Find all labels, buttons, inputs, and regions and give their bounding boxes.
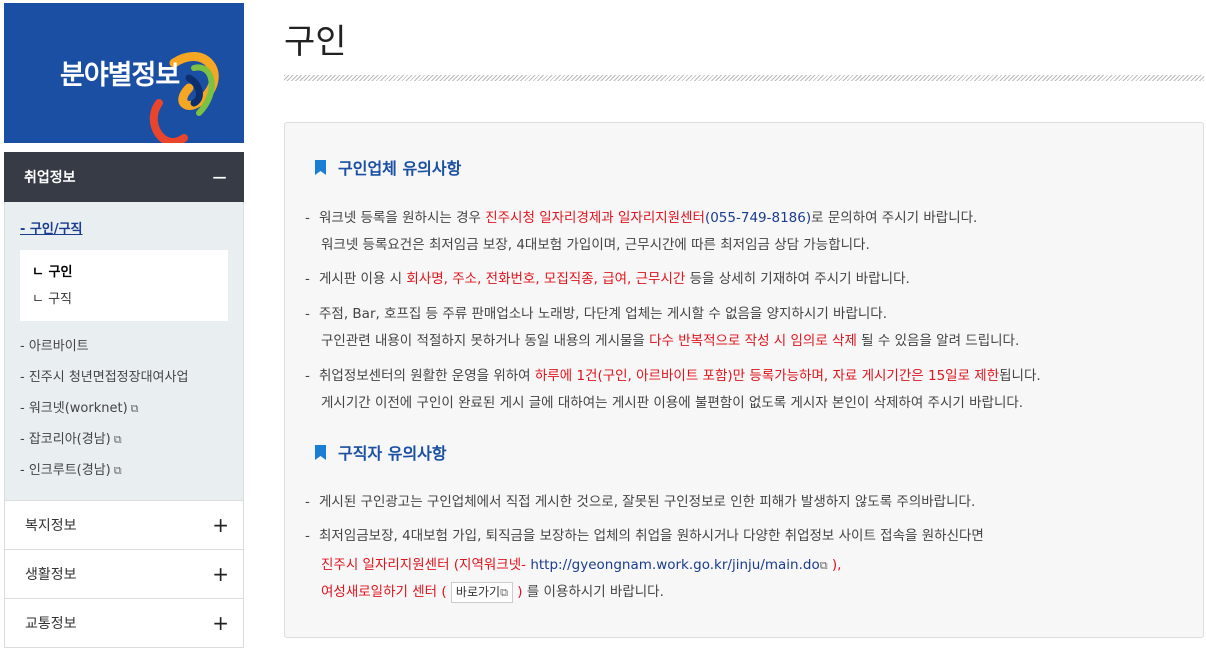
- sub-item-suit-rental[interactable]: - 진주시 청년면접정장대여사업: [20, 362, 228, 393]
- text: 게시된 구인광고는 구인업체에서 직접 게시한 것으로, 잘못된 구인정보로 인…: [319, 494, 976, 510]
- notice-line: 진주시 일자리지원센터 (지역워크넷- http://gyeongnam.wor…: [321, 553, 841, 573]
- worknet-jinju-link[interactable]: http://gyeongnam.work.go.kr/jinju/main.d…: [530, 557, 819, 573]
- notice-line: 게시기간 이전에 구인이 완료된 게시 글에 대하여는 게시판 이용에 불편함이…: [321, 395, 1024, 411]
- sub-item-incruit[interactable]: - 인크루트(경남) ⧉: [20, 455, 228, 486]
- highlight-text: 다수 반복적으로 작성 시 임의로 삭제: [649, 333, 857, 349]
- title-divider: [284, 75, 1204, 81]
- sub-item-label: - 워크넷(worknet): [20, 401, 128, 416]
- sub-item-label: - 아르바이트: [20, 339, 89, 354]
- collapse-icon[interactable]: −: [211, 165, 228, 189]
- notice-line: - 최저임금보장, 4대보험 가입, 퇴직금을 보장하는 업체의 취업을 원하시거…: [305, 528, 984, 544]
- text: 로 문의하여 주시기 바랍니다.: [811, 210, 978, 226]
- text: 주점, Bar, 호프집 등 주류 판매업소나 노래방, 다단계 업체는 게시할…: [319, 306, 887, 322]
- highlight-text: 진주시 일자리지원센터 (지역워크넷-: [321, 557, 531, 573]
- section-title: 구인업체 유의사항: [338, 159, 462, 178]
- menu-label: 생활정보: [25, 567, 77, 583]
- subsub-item-jobseeking[interactable]: ㄴ 구직: [32, 286, 218, 313]
- menu-living-info[interactable]: 생활정보 +: [4, 550, 244, 599]
- sub-item-label: - 잡코리아(경남): [20, 432, 111, 447]
- sidebar-banner: 분야별정보: [4, 3, 244, 143]
- highlight-text: 진주시청 일자리경제과 일자리지원센터: [485, 210, 705, 226]
- text: 될 수 있음을 알려 드립니다.: [856, 333, 1020, 349]
- text: 워크넷 등록을 원하시는 경우: [319, 210, 486, 226]
- expand-icon[interactable]: +: [212, 513, 229, 537]
- job-info-submenu: - 구인/구직 ㄴ 구인 ㄴ 구직 - 아르바이트 - 진주시 청년면접정장대여…: [4, 202, 244, 500]
- notice-line: - 게시판 이용 시 회사명, 주소, 전화번호, 모집직종, 급여, 근무시간 …: [305, 271, 910, 287]
- menu-welfare-info[interactable]: 복지정보 +: [4, 500, 244, 550]
- highlight-text: 회사명, 주소, 전화번호, 모집직종, 급여, 근무시간: [406, 271, 686, 287]
- section-title: 구직자 유의사항: [338, 444, 447, 463]
- page-title: 구인: [284, 22, 347, 62]
- section-jobseeker-notice: 구직자 유의사항: [315, 440, 447, 464]
- phone-number: (055-749-8186): [704, 210, 812, 226]
- highlight-text: 하루에 1건(구인, 아르바이트 포함)만 등록가능하며, 자료 게시기간은 1…: [534, 368, 1000, 384]
- text: 등을 상세히 기재하여 주시기 바랍니다.: [685, 271, 910, 287]
- text: 를 이용하시기 바랍니다.: [522, 584, 664, 600]
- text: 됩니다.: [999, 368, 1041, 384]
- notice-line: - 게시된 구인광고는 구인업체에서 직접 게시한 것으로, 잘못된 구인정보로 …: [305, 494, 976, 510]
- notice-box: 구인업체 유의사항 - 워크넷 등록을 원하시는 경우 진주시청 일자리경제과 일…: [284, 122, 1204, 638]
- menu-label: 복지정보: [25, 518, 77, 534]
- text: 최저임금보장, 4대보험 가입, 퇴직금을 보장하는 업체의 취업을 원하시거나…: [319, 528, 984, 544]
- external-link-icon: ⧉: [130, 402, 139, 415]
- notice-line: 여성새로일하기 센터 ( 바로가기⧉ ) 를 이용하시기 바랍니다.: [321, 580, 664, 603]
- bookmark-icon: [315, 444, 326, 460]
- menu-job-info-label: 취업정보: [24, 170, 76, 186]
- expand-icon[interactable]: +: [212, 562, 229, 586]
- highlight-text: 여성새로일하기 센터 (: [321, 584, 451, 600]
- external-link-icon: ⧉: [113, 464, 122, 477]
- notice-line: 워크넷 등록요건은 최저임금 보장, 4대보험 가입이며, 근무시간에 따른 최…: [321, 237, 870, 253]
- bookmark-icon: [315, 159, 326, 175]
- text: 구인관련 내용이 적절하지 못하거나 동일 내용의 게시물을: [321, 333, 650, 349]
- text: 취업정보센터의 원활한 운영을 위하여: [319, 368, 535, 384]
- highlight-text: ),: [827, 557, 842, 573]
- notice-line: - 취업정보센터의 원활한 운영을 위하여 하루에 1건(구인, 아르바이트 포함…: [305, 368, 1041, 384]
- sub-item-recruit[interactable]: - 구인/구직: [20, 214, 228, 246]
- menu-traffic-info[interactable]: 교통정보 +: [4, 599, 244, 648]
- sidebar: 분야별정보 취업정보 − - 구인/구직 ㄴ 구인 ㄴ 구직 - 아르바이트 -…: [4, 3, 244, 648]
- menu-job-info[interactable]: 취업정보 −: [4, 152, 244, 202]
- shortcut-label: 바로가기: [455, 585, 501, 599]
- text: 게시판 이용 시: [319, 271, 407, 287]
- sub-item-label: - 인크루트(경남): [20, 463, 111, 478]
- highlight-text: ): [512, 584, 523, 600]
- menu-label: 교통정보: [25, 616, 77, 632]
- recruit-subsub: ㄴ 구인 ㄴ 구직: [20, 250, 228, 321]
- notice-line: - 주점, Bar, 호프집 등 주류 판매업소나 노래방, 다단계 업체는 게시…: [305, 306, 887, 322]
- sub-item-parttime[interactable]: - 아르바이트: [20, 331, 228, 362]
- sub-item-jobkorea[interactable]: - 잡코리아(경남) ⧉: [20, 424, 228, 455]
- external-link-icon: ⧉: [500, 586, 508, 599]
- section-employer-notice: 구인업체 유의사항: [315, 155, 461, 179]
- notice-line: - 워크넷 등록을 원하시는 경우 진주시청 일자리경제과 일자리지원센터(055…: [305, 210, 978, 226]
- external-link-icon: ⧉: [819, 559, 828, 572]
- shortcut-button[interactable]: 바로가기⧉: [450, 582, 513, 603]
- sub-item-label: - 진주시 청년면접정장대여사업: [20, 370, 189, 385]
- banner-title: 분야별정보: [60, 60, 180, 91]
- external-link-icon: ⧉: [113, 433, 122, 446]
- sub-item-worknet[interactable]: - 워크넷(worknet) ⧉: [20, 393, 228, 424]
- expand-icon[interactable]: +: [212, 611, 229, 635]
- subsub-item-hiring[interactable]: ㄴ 구인: [32, 259, 218, 286]
- notice-line: 구인관련 내용이 적절하지 못하거나 동일 내용의 게시물을 다수 반복적으로 …: [321, 329, 1019, 349]
